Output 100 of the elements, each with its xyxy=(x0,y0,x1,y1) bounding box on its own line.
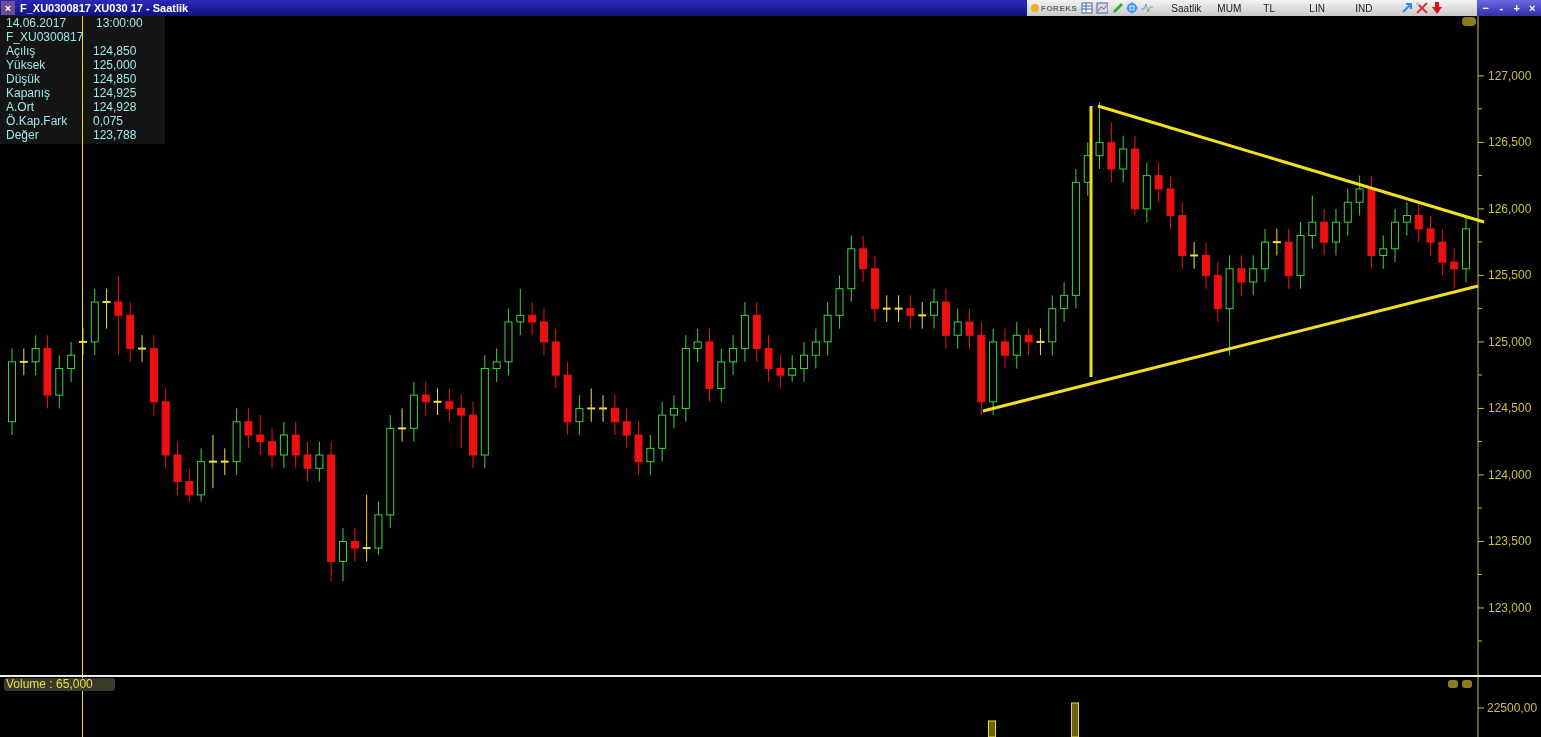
wave-icon[interactable] xyxy=(1141,2,1154,14)
candlestick xyxy=(859,235,868,283)
candlestick xyxy=(1355,175,1364,217)
close-button[interactable]: × xyxy=(1525,2,1539,14)
candlestick xyxy=(669,394,678,429)
candlestick xyxy=(1095,101,1104,170)
candlestick xyxy=(965,308,974,350)
candlestick xyxy=(1271,228,1282,256)
candlestick xyxy=(31,334,40,376)
field-label: Yüksek xyxy=(6,58,47,72)
axis-label: 126,000 xyxy=(1488,201,1532,216)
candlestick xyxy=(598,394,609,423)
toolbar-option[interactable]: IND xyxy=(1355,2,1402,14)
candlestick xyxy=(1060,281,1069,323)
candlestick xyxy=(279,421,288,469)
candlestick xyxy=(646,434,655,476)
field-label: A.Ort xyxy=(6,100,35,114)
axis-label: 126,500 xyxy=(1488,135,1532,150)
candlestick xyxy=(610,394,619,436)
candlestick xyxy=(361,494,372,562)
axis-label: 124,000 xyxy=(1488,467,1532,482)
toolbar-option[interactable]: LIN xyxy=(1309,2,1356,14)
field-label: Değer xyxy=(6,128,40,142)
axis-label: 123,500 xyxy=(1488,534,1532,549)
candlestick xyxy=(1012,321,1021,370)
panel-badge[interactable] xyxy=(1462,17,1476,26)
axis-label: 125,500 xyxy=(1488,268,1532,283)
field-value: 0,075 xyxy=(93,114,125,128)
candlestick xyxy=(421,381,430,416)
field-value: 124,925 xyxy=(93,86,138,100)
candlestick xyxy=(219,447,230,476)
candlestick xyxy=(445,387,454,423)
pencil-icon[interactable] xyxy=(1111,2,1124,14)
candlestick xyxy=(1450,248,1459,290)
toolbar-option[interactable]: Saatlik xyxy=(1171,2,1218,14)
candlestick xyxy=(1154,161,1163,203)
candlestick xyxy=(1035,328,1046,356)
candlestick xyxy=(539,308,548,356)
toolbar-option[interactable]: TL xyxy=(1263,2,1310,14)
crosshair-icon[interactable] xyxy=(1126,2,1139,14)
down-arrow-icon[interactable] xyxy=(1431,2,1444,14)
field-value: 124,928 xyxy=(93,100,138,114)
candlestick xyxy=(917,301,928,330)
candlestick xyxy=(811,328,820,370)
candlestick xyxy=(185,467,194,503)
candlestick xyxy=(492,348,501,383)
time-text: 13:00:00 xyxy=(95,16,144,30)
candlestick xyxy=(893,294,904,323)
candlestick xyxy=(1024,328,1033,356)
candlestick xyxy=(114,274,123,356)
candlestick xyxy=(397,407,408,443)
candlestick xyxy=(764,334,773,383)
symbol-text: F_XU0300817 xyxy=(6,30,85,44)
candlestick xyxy=(137,334,148,363)
candlestick xyxy=(693,328,702,363)
candlestick xyxy=(729,334,738,376)
candlestick xyxy=(1320,208,1329,256)
candlestick xyxy=(101,288,112,330)
candlestick xyxy=(77,328,88,356)
candlestick xyxy=(18,348,29,376)
trend-line[interactable] xyxy=(1097,104,1485,224)
candlestick xyxy=(303,441,312,483)
candlestick xyxy=(1000,328,1009,370)
axis-label: 127,000 xyxy=(1488,68,1532,83)
candlestick xyxy=(776,354,785,389)
candlestick xyxy=(1426,215,1435,256)
candlestick xyxy=(1249,254,1258,296)
candlestick xyxy=(788,354,797,383)
candlestick xyxy=(622,407,631,449)
table-icon[interactable] xyxy=(1081,2,1094,14)
candlestick xyxy=(256,414,265,456)
candlestick xyxy=(575,394,584,436)
candlestick xyxy=(457,394,466,449)
candlestick xyxy=(528,301,537,336)
maximize-button[interactable]: + xyxy=(1510,2,1524,14)
field-value: 125,000 xyxy=(93,58,138,72)
arrow-icon[interactable] xyxy=(1401,2,1414,14)
candlestick xyxy=(315,441,324,483)
volume-label: Volume : 65,000 xyxy=(4,678,115,691)
candlestick xyxy=(268,427,277,469)
close-button[interactable]: × xyxy=(1,1,15,15)
toolbar-option[interactable]: MUM xyxy=(1217,2,1264,14)
minimize-button[interactable]: − xyxy=(1479,2,1493,14)
field-label: Ö.Kap.Fark xyxy=(6,114,69,128)
trend-line[interactable] xyxy=(982,284,1479,413)
axis-label: 125,000 xyxy=(1488,334,1532,349)
candlestick xyxy=(432,387,443,416)
candlestick xyxy=(1308,195,1317,250)
candlestick xyxy=(291,421,300,469)
restore-button[interactable]: - xyxy=(1494,2,1508,14)
candlestick xyxy=(350,527,359,562)
candlestick xyxy=(338,527,347,582)
candlestick xyxy=(207,434,218,489)
window-title: F_XU0300817 XU030 17 - Saatlik xyxy=(19,1,190,16)
chart-icon[interactable] xyxy=(1096,2,1109,14)
field-label: Düşük xyxy=(6,72,41,86)
axis-label: 123,000 xyxy=(1488,600,1532,615)
candlestick xyxy=(1331,208,1340,256)
candlestick xyxy=(906,294,915,330)
brand-logo: FOREKS xyxy=(1031,3,1078,13)
